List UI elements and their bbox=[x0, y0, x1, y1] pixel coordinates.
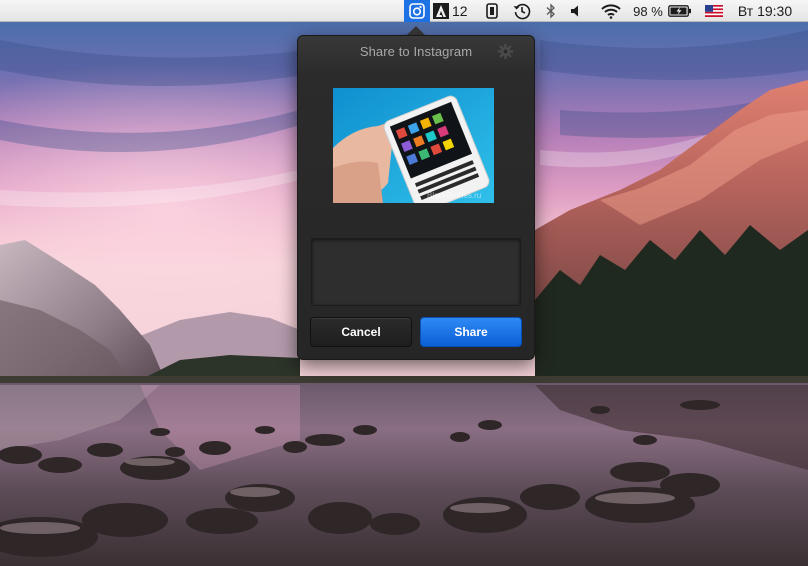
photo-preview: BlackBerries.ru bbox=[333, 88, 494, 203]
photo-blackberry-phone: BlackBerries.ru bbox=[333, 88, 494, 203]
battery-icon bbox=[668, 5, 691, 17]
menubar-adobe-item[interactable]: 12 bbox=[433, 0, 473, 22]
cancel-button[interactable]: Cancel bbox=[310, 317, 412, 347]
share-button[interactable]: Share bbox=[420, 317, 522, 347]
menubar-battery-status-item[interactable] bbox=[482, 0, 502, 22]
instagram-icon bbox=[409, 3, 425, 19]
adobe-icon bbox=[433, 3, 449, 19]
us-flag-icon bbox=[705, 5, 723, 17]
share-popover: Share to Instagram BlackBerries.ru Cance… bbox=[297, 35, 535, 360]
caption-input[interactable] bbox=[311, 238, 521, 306]
battery-percent-text: 98 % bbox=[633, 3, 663, 19]
menubar-bluetooth-item[interactable] bbox=[541, 0, 561, 22]
menubar-wifi-item[interactable] bbox=[598, 0, 624, 22]
volume-icon bbox=[571, 5, 578, 17]
menubar-volume-item[interactable] bbox=[566, 0, 586, 22]
menubar-time-machine-item[interactable] bbox=[510, 0, 534, 22]
adobe-update-count: 12 bbox=[452, 3, 468, 19]
menu-bar: 12 98 % Вт 19:30 bbox=[0, 0, 808, 22]
photo-watermark: BlackBerries.ru bbox=[427, 191, 481, 200]
gear-icon[interactable] bbox=[497, 43, 514, 60]
menubar-clock[interactable]: Вт 19:30 bbox=[733, 0, 797, 22]
wifi-icon bbox=[601, 4, 621, 19]
menubar-input-source-item[interactable] bbox=[703, 0, 725, 22]
time-machine-icon bbox=[513, 3, 531, 20]
battery-status-icon bbox=[486, 3, 498, 19]
bluetooth-icon bbox=[546, 3, 555, 19]
menubar-battery-item[interactable] bbox=[667, 0, 693, 22]
menubar-instagram-item[interactable] bbox=[404, 0, 430, 22]
